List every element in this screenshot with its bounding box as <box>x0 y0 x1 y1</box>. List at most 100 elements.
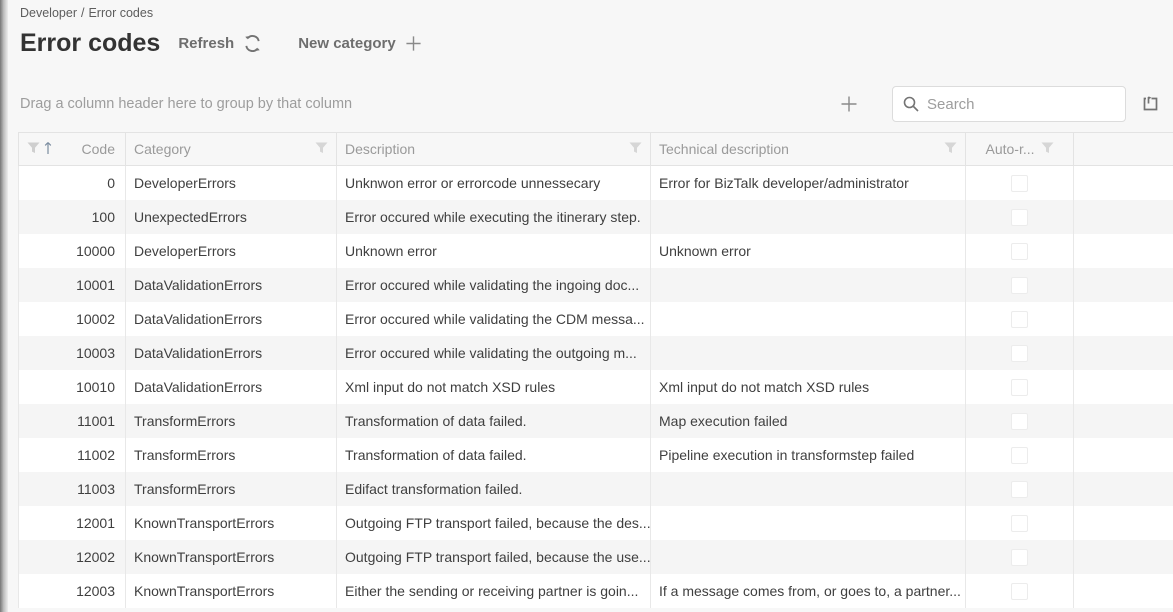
cell-code: 0 <box>19 166 126 200</box>
search-input[interactable] <box>927 96 1115 113</box>
cell-technical-description: Unknown error <box>651 234 966 268</box>
cell-empty <box>1074 302 1173 336</box>
auto-retry-checkbox[interactable] <box>1011 243 1028 260</box>
column-header-label: Category <box>134 141 315 157</box>
table-row[interactable]: 10003DataValidationErrorsError occured w… <box>18 336 1173 370</box>
filter-icon[interactable] <box>315 141 328 157</box>
cell-category: DeveloperErrors <box>126 166 337 200</box>
filter-icon[interactable] <box>629 141 642 157</box>
new-category-button[interactable]: New category <box>298 35 422 52</box>
cell-empty <box>1074 438 1173 472</box>
cell-code: 10010 <box>19 370 126 404</box>
new-category-button-label: New category <box>298 35 396 52</box>
search-icon <box>903 96 919 112</box>
export-button[interactable] <box>1141 94 1161 114</box>
filter-icon[interactable] <box>27 141 40 157</box>
page-header: Developer / Error codes Error codes Refres… <box>0 0 1173 60</box>
cell-description: Transformation of data failed. <box>337 404 651 438</box>
table-row[interactable]: 12002KnownTransportErrorsOutgoing FTP tr… <box>18 540 1173 574</box>
table-row[interactable]: 11002TransformErrorsTransformation of da… <box>18 438 1173 472</box>
add-row-button[interactable] <box>840 95 858 113</box>
cell-code: 10002 <box>19 302 126 336</box>
table-row[interactable]: 10001DataValidationErrorsError occured w… <box>18 268 1173 302</box>
auto-retry-checkbox[interactable] <box>1011 311 1028 328</box>
cell-auto-retry <box>966 234 1074 268</box>
grid-toolbar: Drag a column header here to group by th… <box>0 84 1173 124</box>
breadcrumb: Developer / Error codes <box>20 6 1173 20</box>
auto-retry-checkbox[interactable] <box>1011 175 1028 192</box>
refresh-button[interactable]: Refresh <box>178 34 262 53</box>
table-row[interactable]: 11003TransformErrorsEdifact transformati… <box>18 472 1173 506</box>
cell-category: DataValidationErrors <box>126 268 337 302</box>
breadcrumb-separator: / <box>81 6 84 20</box>
cell-auto-retry <box>966 166 1074 200</box>
filter-icon[interactable] <box>944 141 957 157</box>
cell-auto-retry <box>966 336 1074 370</box>
auto-retry-checkbox[interactable] <box>1011 413 1028 430</box>
cell-code: 12003 <box>19 574 126 608</box>
cell-empty <box>1074 574 1173 608</box>
breadcrumb-item-error-codes[interactable]: Error codes <box>88 6 153 20</box>
cell-auto-retry <box>966 268 1074 302</box>
cell-description: Error occured while executing the itiner… <box>337 200 651 234</box>
auto-retry-checkbox[interactable] <box>1011 481 1028 498</box>
column-header-auto-retry[interactable]: Auto-r... <box>966 133 1074 165</box>
cell-description: Error occured while validating the CDM m… <box>337 302 651 336</box>
table-row[interactable]: 10000DeveloperErrorsUnknown errorUnknown… <box>18 234 1173 268</box>
cell-category: KnownTransportErrors <box>126 574 337 608</box>
cell-auto-retry <box>966 302 1074 336</box>
cell-empty <box>1074 166 1173 200</box>
column-header-category[interactable]: Category <box>126 133 337 165</box>
cell-technical-description <box>651 336 966 370</box>
table-row[interactable]: 0DeveloperErrorsUnknwon error or errorco… <box>18 166 1173 200</box>
auto-retry-checkbox[interactable] <box>1011 583 1028 600</box>
cell-description: Either the sending or receiving partner … <box>337 574 651 608</box>
table-row[interactable]: 100UnexpectedErrorsError occured while e… <box>18 200 1173 234</box>
cell-technical-description: Pipeline execution in transformstep fail… <box>651 438 966 472</box>
auto-retry-checkbox[interactable] <box>1011 379 1028 396</box>
auto-retry-checkbox[interactable] <box>1011 515 1028 532</box>
cell-category: UnexpectedErrors <box>126 200 337 234</box>
cell-auto-retry <box>966 574 1074 608</box>
filter-icon[interactable] <box>1041 141 1054 157</box>
cell-category: DataValidationErrors <box>126 370 337 404</box>
cell-description: Outgoing FTP transport failed, because t… <box>337 540 651 574</box>
grid-header-row: Code Category Description Technical desc… <box>18 132 1173 166</box>
table-row[interactable]: 12001KnownTransportErrorsOutgoing FTP tr… <box>18 506 1173 540</box>
column-header-label: Description <box>345 141 629 157</box>
table-row[interactable]: 10002DataValidationErrorsError occured w… <box>18 302 1173 336</box>
cell-code: 10001 <box>19 268 126 302</box>
table-row[interactable]: 11001TransformErrorsTransformation of da… <box>18 404 1173 438</box>
cell-empty <box>1074 404 1173 438</box>
cell-category: DeveloperErrors <box>126 234 337 268</box>
table-row[interactable]: 10010DataValidationErrorsXml input do no… <box>18 370 1173 404</box>
auto-retry-checkbox[interactable] <box>1011 447 1028 464</box>
group-panel-hint: Drag a column header here to group by th… <box>20 96 840 112</box>
refresh-button-label: Refresh <box>178 35 234 52</box>
table-row[interactable]: 12003KnownTransportErrorsEither the send… <box>18 574 1173 608</box>
column-header-label: Code <box>82 141 117 157</box>
grid-body: 0DeveloperErrorsUnknwon error or errorco… <box>18 166 1173 608</box>
breadcrumb-item-developer[interactable]: Developer <box>20 6 77 20</box>
auto-retry-checkbox[interactable] <box>1011 549 1028 566</box>
cell-category: KnownTransportErrors <box>126 506 337 540</box>
cell-auto-retry <box>966 404 1074 438</box>
auto-retry-checkbox[interactable] <box>1011 209 1028 226</box>
cell-description: Error occured while validating the outgo… <box>337 336 651 370</box>
cell-auto-retry <box>966 506 1074 540</box>
column-header-technical-description[interactable]: Technical description <box>651 133 966 165</box>
cell-category: TransformErrors <box>126 472 337 506</box>
column-header-code[interactable]: Code <box>19 133 126 165</box>
cell-description: Unknwon error or errorcode unnessecary <box>337 166 651 200</box>
cell-technical-description: Error for BizTalk developer/administrato… <box>651 166 966 200</box>
column-header-label: Auto-r... <box>985 141 1034 157</box>
column-header-description[interactable]: Description <box>337 133 651 165</box>
plus-icon <box>405 35 422 52</box>
cell-auto-retry <box>966 540 1074 574</box>
cell-description: Outgoing FTP transport failed, because t… <box>337 506 651 540</box>
auto-retry-checkbox[interactable] <box>1011 277 1028 294</box>
auto-retry-checkbox[interactable] <box>1011 345 1028 362</box>
cell-code: 10003 <box>19 336 126 370</box>
cell-empty <box>1074 540 1173 574</box>
cell-auto-retry <box>966 200 1074 234</box>
